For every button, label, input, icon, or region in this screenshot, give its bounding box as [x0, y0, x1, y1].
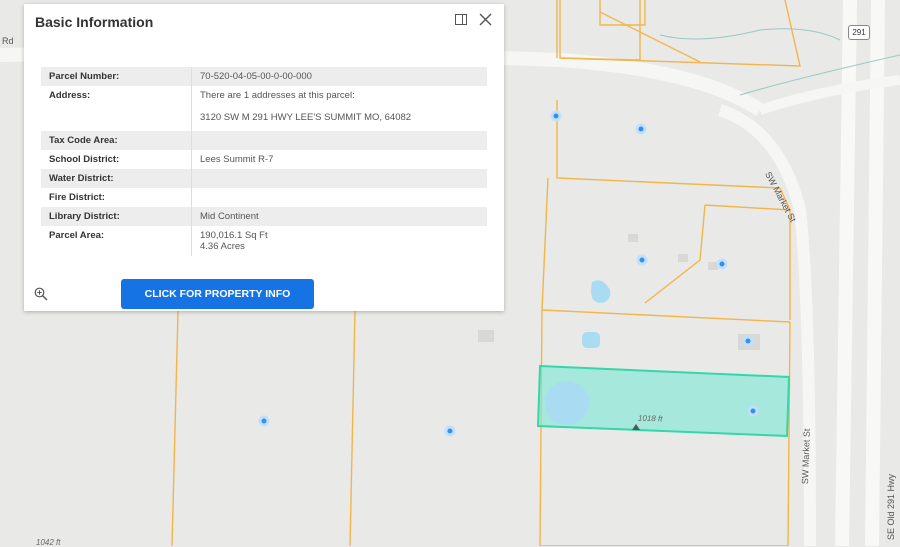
- address-marker: [550, 110, 562, 122]
- row-label-fire-district: Fire District:: [41, 188, 192, 207]
- table-row: Parcel Area: 190,016.1 Sq Ft 4.36 Acres: [41, 226, 487, 256]
- basic-information-panel: Basic Information Parcel Number: 70-520-…: [24, 4, 504, 311]
- road-highway-1: [835, 0, 857, 546]
- address-marker: [716, 258, 728, 270]
- dimension-label-1018: 1018 ft: [637, 413, 663, 424]
- row-label-parcel-number: Parcel Number:: [41, 67, 192, 86]
- table-row: Fire District:: [41, 188, 487, 207]
- row-value-library-district: Mid Continent: [191, 207, 487, 226]
- address-marker: [747, 405, 759, 417]
- parcel-info-table: Parcel Number: 70-520-04-05-00-0-00-000 …: [41, 67, 487, 256]
- table-row: Tax Code Area:: [41, 131, 487, 150]
- road-label-se-old-291: SE Old 291 Hwy: [886, 473, 896, 540]
- row-value-fire-district: [192, 188, 488, 207]
- row-label-school-district: School District:: [41, 150, 192, 169]
- row-value-tax-code-area: [191, 131, 487, 150]
- building-1: [478, 330, 494, 342]
- row-value-parcel-number: 70-520-04-05-00-0-00-000: [191, 67, 487, 86]
- building-4: [678, 254, 688, 262]
- row-label-tax-code-area: Tax Code Area:: [41, 131, 192, 150]
- table-row: Water District:: [41, 169, 487, 188]
- row-label-parcel-area: Parcel Area:: [41, 226, 192, 256]
- address-marker: [444, 425, 456, 437]
- pond-2: [582, 332, 600, 348]
- building-5: [708, 262, 718, 270]
- row-label-library-district: Library District:: [41, 207, 192, 226]
- pond-1: [591, 280, 611, 303]
- table-row: Parcel Number: 70-520-04-05-00-0-00-000: [41, 67, 487, 86]
- building-3: [628, 234, 638, 242]
- zoom-to-icon[interactable]: [34, 287, 48, 301]
- address-line: 3120 SW M 291 HWY LEE'S SUMMIT MO, 64082: [200, 112, 412, 123]
- row-label-water-district: Water District:: [41, 169, 192, 188]
- row-value-parcel-area: 190,016.1 Sq Ft 4.36 Acres: [192, 226, 488, 256]
- row-value-address: There are 1 addresses at this parcel: 31…: [192, 86, 488, 131]
- parcel-area-sqft: 190,016.1 Sq Ft: [200, 230, 268, 241]
- road-label-sw-market-lower: SW Market St: [800, 428, 812, 485]
- address-marker: [635, 123, 647, 135]
- address-marker: [258, 415, 270, 427]
- table-row: Address: There are 1 addresses at this p…: [41, 86, 487, 131]
- row-value-water-district: [191, 169, 487, 188]
- dock-icon[interactable]: [455, 14, 467, 25]
- address-marker: [742, 335, 754, 347]
- road-label-rd: Rd: [2, 36, 14, 46]
- close-icon[interactable]: [479, 13, 492, 26]
- stream-line: [659, 28, 841, 41]
- address-count-text: There are 1 addresses at this parcel:: [200, 90, 355, 101]
- highway-shield: 291: [848, 25, 870, 40]
- table-row: School District: Lees Summit R-7: [41, 150, 487, 169]
- panel-title: Basic Information: [35, 14, 154, 30]
- address-marker: [636, 254, 648, 266]
- row-label-address: Address:: [41, 86, 192, 131]
- property-info-button[interactable]: CLICK FOR PROPERTY INFO: [121, 279, 314, 309]
- row-value-school-district: Lees Summit R-7: [200, 154, 274, 165]
- parcel-area-acres: 4.36 Acres: [200, 241, 245, 252]
- table-row: Library District: Mid Continent: [41, 207, 487, 226]
- pond-selected: [545, 381, 589, 425]
